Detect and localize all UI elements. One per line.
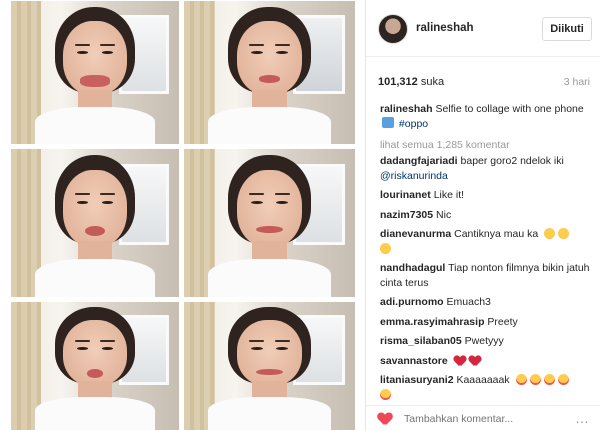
comment-item: nazim7305 Nic <box>380 208 590 223</box>
comment-item: nandhadagul Tiap nonton filmnya bikin ja… <box>380 261 590 290</box>
collage-photo-4 <box>183 148 356 298</box>
comment-text: Emuach3 <box>446 296 491 308</box>
collage-photo-3 <box>10 148 180 298</box>
smile-emoji-icon <box>380 242 391 254</box>
post-details-panel: ralineshah Diikuti 101,312 suka 3 hari r… <box>366 0 600 431</box>
comment-username[interactable]: dadangfajariadi <box>380 155 458 167</box>
heart-eyes-emoji-icon <box>543 374 555 385</box>
collage-photo-1 <box>10 0 180 145</box>
photo-collage[interactable] <box>0 0 366 431</box>
smile-emoji-icon <box>558 228 570 239</box>
comment-item: dadangfajariadi baper goro2 ndelok iki @… <box>380 154 590 183</box>
comment-text: Like it! <box>433 189 465 201</box>
comment-username[interactable]: nandhadagul <box>380 262 445 274</box>
comment-username[interactable]: litaniasuryani2 <box>380 374 454 386</box>
comment-username[interactable]: risma_silaban05 <box>380 335 462 347</box>
post-header: ralineshah Diikuti <box>366 0 600 57</box>
comment-text: Nic <box>436 208 452 221</box>
broken-heart-icon <box>454 356 466 366</box>
comment-text: Pwetyyy <box>464 335 504 347</box>
follow-button[interactable]: Diikuti <box>542 17 592 41</box>
comment-mention[interactable]: @riskanurinda <box>380 170 448 182</box>
post-caption: ralineshah Selfie to collage with one ph… <box>380 102 586 132</box>
comment-item: dianevanurma Cantiknya mau ka <box>380 227 590 256</box>
more-options-icon[interactable]: … <box>575 410 590 426</box>
likes-count[interactable]: 101,312 suka <box>378 76 444 88</box>
heart-eyes-emoji-icon <box>380 388 391 400</box>
comment-item: lourinanet Like it! <box>380 188 590 203</box>
comment-username[interactable]: dianevanurma <box>380 228 451 240</box>
comment-username[interactable]: nazim7305 <box>380 209 433 221</box>
heart-eyes-emoji-icon <box>529 374 541 385</box>
comment-text: baper goro2 ndelok iki <box>460 155 564 167</box>
comment-text: Preety <box>487 315 518 328</box>
caption-hashtag[interactable]: #oppo <box>399 118 428 130</box>
comment-username[interactable]: emma.rasyimahrasip <box>380 316 484 328</box>
collage-photo-2 <box>183 0 356 145</box>
comment-item: savannastore <box>380 354 590 369</box>
comment-bar: … <box>366 405 600 431</box>
collage-photo-6 <box>183 301 356 431</box>
collage-photo-5 <box>10 301 180 431</box>
comment-text: Cantiknya mau ka <box>454 228 539 240</box>
comment-username[interactable]: adi.purnomo <box>380 296 444 308</box>
caption-username[interactable]: ralineshah <box>380 103 433 115</box>
emoji-icon <box>382 117 394 128</box>
avatar[interactable] <box>378 14 408 44</box>
heart-eyes-emoji-icon <box>515 374 527 385</box>
comment-text: Kaaaaaaak <box>456 374 510 386</box>
comment-item: adi.purnomo Emuach3 <box>380 295 590 310</box>
likes-number: 101,312 <box>378 76 418 88</box>
likes-suffix: suka <box>420 76 445 88</box>
view-all-comments-link[interactable]: lihat semua 1,285 komentar <box>380 139 510 151</box>
heart-eyes-emoji-icon <box>557 374 569 385</box>
comment-item: risma_silaban05 Pwetyyy <box>380 334 590 349</box>
comment-item: emma.rasyimahrasip Preety <box>380 315 590 330</box>
smile-emoji-icon <box>544 228 556 239</box>
add-comment-input[interactable] <box>404 411 564 427</box>
comments-list: dadangfajariadi baper goro2 ndelok iki @… <box>380 154 590 407</box>
heart-icon[interactable] <box>378 413 392 425</box>
comment-item: litaniasuryani2 Kaaaaaaak <box>380 373 590 402</box>
comment-username[interactable]: lourinanet <box>380 189 431 201</box>
post-timestamp[interactable]: 3 hari <box>564 76 590 88</box>
comment-username[interactable]: savannastore <box>380 355 448 367</box>
caption-text: Selfie to collage with one phone <box>435 103 584 115</box>
post-username[interactable]: ralineshah <box>416 22 474 34</box>
broken-heart-icon <box>469 356 481 366</box>
